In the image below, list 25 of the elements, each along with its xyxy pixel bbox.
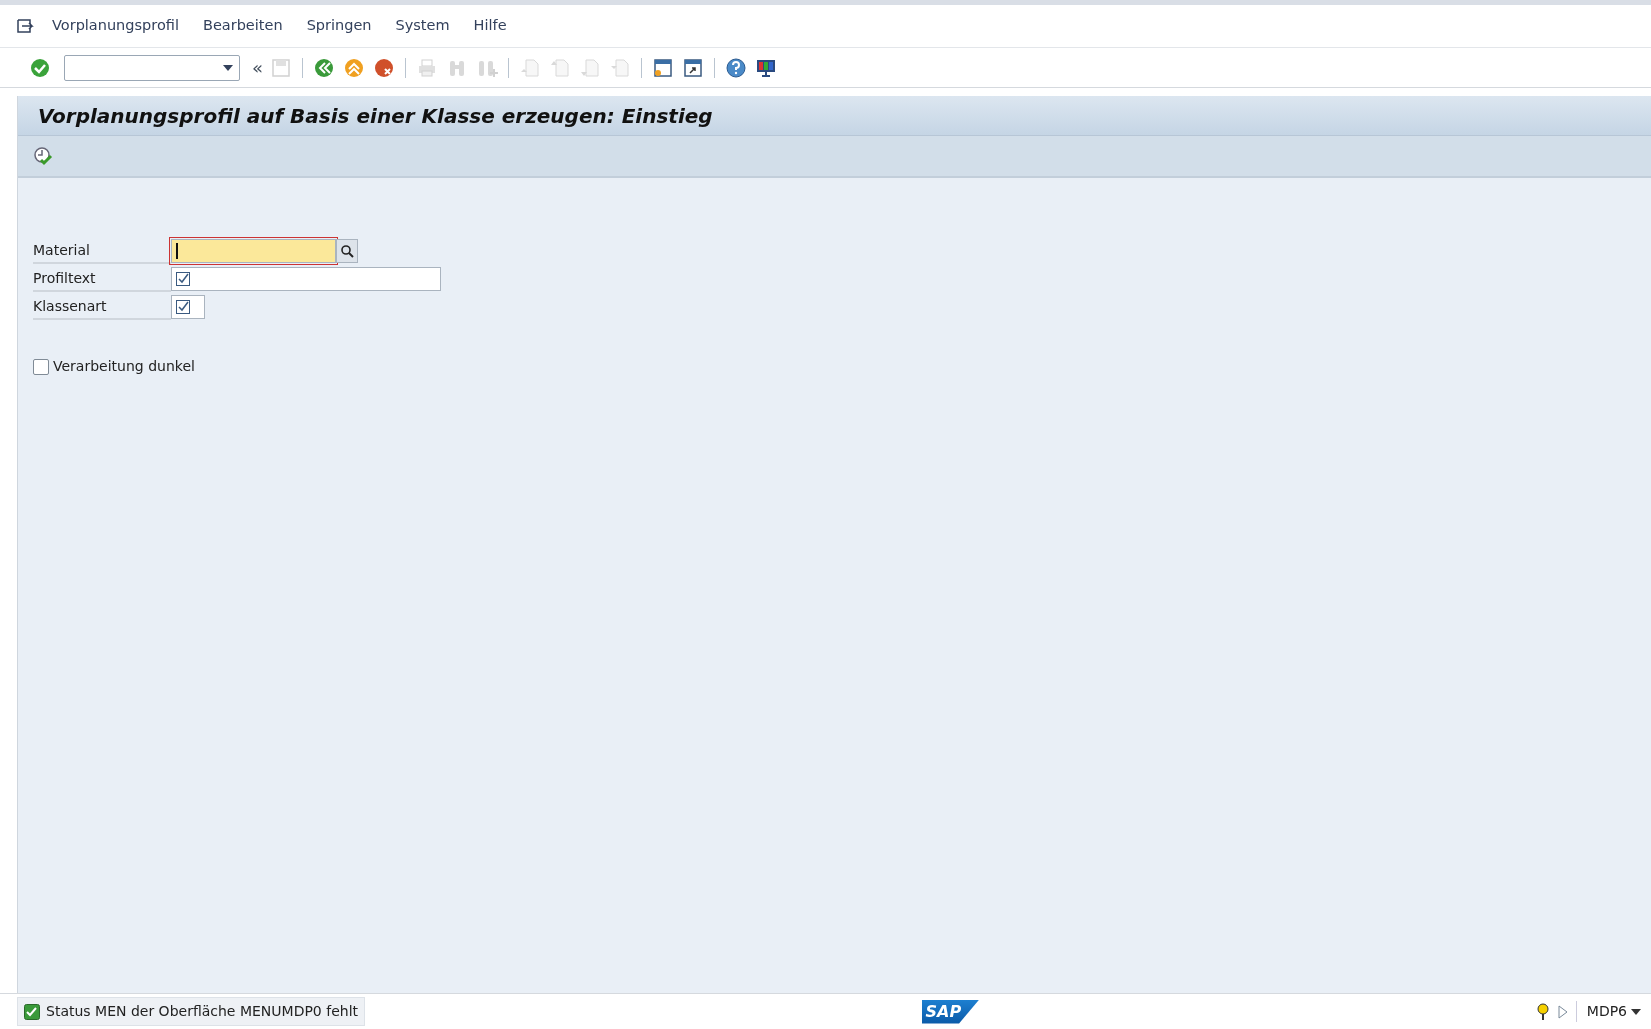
status-text: Status MEN der Oberfläche MENUMDP0 fehlt — [46, 1002, 359, 1021]
help-icon[interactable] — [724, 55, 748, 80]
play-icon[interactable] — [1557, 1004, 1568, 1019]
success-icon — [24, 1003, 40, 1020]
clock-check-icon[interactable] — [31, 144, 55, 168]
command-field[interactable] — [64, 54, 240, 81]
required-check-icon — [176, 300, 190, 314]
system-id[interactable]: MDP6 — [1575, 1001, 1641, 1022]
checkbox-label: Verarbeitung dunkel — [53, 357, 195, 376]
menu-item[interactable]: Hilfe — [461, 13, 519, 39]
input-field[interactable] — [171, 267, 441, 291]
search-icon[interactable] — [336, 239, 358, 263]
menu-item[interactable]: Springen — [294, 13, 384, 39]
screen-title: Vorplanungsprofil auf Basis einer Klasse erzeugen: Einstieg — [18, 96, 1651, 136]
sap-logo: SAP — [921, 999, 980, 1024]
menu-item[interactable]: Vorplanungsprofil — [40, 13, 191, 39]
dropdown-caret-icon[interactable] — [1631, 1008, 1641, 1015]
collapse-button[interactable]: « — [252, 55, 263, 80]
menu-item[interactable]: Bearbeiten — [190, 13, 295, 39]
input-field[interactable] — [171, 239, 336, 263]
input-field[interactable] — [171, 295, 205, 319]
menu-item[interactable]: System — [383, 13, 462, 39]
required-check-icon — [176, 272, 190, 286]
checkbox[interactable] — [33, 358, 49, 375]
dropdown-caret-icon[interactable] — [223, 64, 233, 71]
